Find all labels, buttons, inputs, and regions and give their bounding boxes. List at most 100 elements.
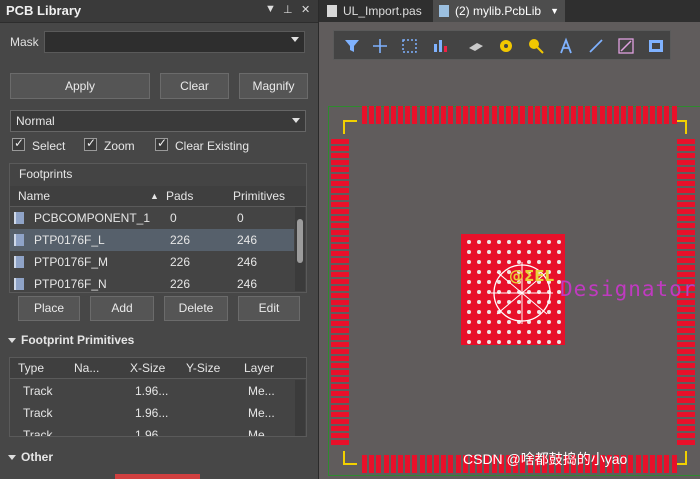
col-pname[interactable]: Na...: [74, 361, 99, 375]
pad[interactable]: [441, 455, 447, 473]
chevron-down-icon[interactable]: ▼: [550, 0, 559, 22]
pad[interactable]: [390, 106, 396, 124]
pad[interactable]: [677, 139, 695, 144]
region-icon[interactable]: [646, 36, 666, 56]
align-icon[interactable]: [430, 36, 450, 56]
pad[interactable]: [592, 106, 598, 124]
pad[interactable]: [677, 258, 695, 263]
pad[interactable]: [677, 335, 695, 340]
pad[interactable]: [331, 363, 349, 368]
pad[interactable]: [405, 106, 411, 124]
pad[interactable]: [677, 328, 695, 333]
checkbox-box[interactable]: ✓: [155, 136, 168, 151]
pad[interactable]: [390, 455, 396, 473]
pad[interactable]: [448, 106, 454, 124]
pad[interactable]: [677, 398, 695, 403]
add-button[interactable]: Add: [90, 296, 154, 321]
select-rect-icon[interactable]: [400, 36, 420, 56]
pad[interactable]: [635, 106, 641, 124]
pad[interactable]: [331, 314, 349, 319]
pad[interactable]: [677, 244, 695, 249]
pad[interactable]: [398, 106, 403, 124]
pad[interactable]: [677, 363, 695, 368]
col-xsize[interactable]: X-Size: [130, 361, 165, 375]
pad[interactable]: [331, 370, 349, 375]
pad[interactable]: [657, 455, 663, 473]
pad[interactable]: [570, 106, 576, 124]
pad[interactable]: [331, 328, 349, 333]
pad[interactable]: [426, 455, 432, 473]
pad[interactable]: [671, 106, 677, 124]
pad[interactable]: [419, 106, 425, 124]
table-row[interactable]: Track 1.96... Me...: [10, 380, 294, 402]
pad[interactable]: [470, 106, 475, 124]
pad[interactable]: [369, 455, 375, 473]
collapse-icon[interactable]: [8, 338, 16, 344]
dropdown-icon[interactable]: ▼: [265, 3, 276, 15]
chevron-down-icon[interactable]: [292, 118, 300, 123]
tab-mylib-pcblib[interactable]: (2) mylib.PcbLib ▼: [433, 0, 565, 22]
pad[interactable]: [331, 293, 349, 298]
pad[interactable]: [677, 230, 695, 235]
pad[interactable]: [635, 455, 641, 473]
table-row[interactable]: PCBCOMPONENT_1 0 0: [10, 207, 294, 229]
pad[interactable]: [398, 455, 403, 473]
pad[interactable]: [331, 272, 349, 277]
pad[interactable]: [331, 139, 349, 144]
mask-input[interactable]: [44, 31, 305, 53]
clear-button[interactable]: Clear: [160, 73, 229, 99]
pad[interactable]: [491, 106, 497, 124]
pad[interactable]: [677, 223, 695, 228]
pad[interactable]: [331, 384, 349, 389]
pad[interactable]: [677, 405, 695, 410]
pad[interactable]: [513, 106, 519, 124]
pad[interactable]: [331, 209, 349, 214]
line-icon[interactable]: [586, 36, 606, 56]
pad[interactable]: [677, 384, 695, 389]
other-section[interactable]: Other: [8, 450, 53, 464]
checkbox-box[interactable]: ✓: [12, 136, 25, 151]
pad[interactable]: [331, 174, 349, 179]
component-icon[interactable]: [466, 36, 486, 56]
pad[interactable]: [677, 412, 695, 417]
pad[interactable]: [376, 106, 382, 124]
pad[interactable]: [362, 106, 367, 124]
pad[interactable]: [556, 106, 562, 124]
pad[interactable]: [331, 321, 349, 326]
pad[interactable]: [331, 223, 349, 228]
pad[interactable]: [331, 188, 349, 193]
pad[interactable]: [331, 398, 349, 403]
pad[interactable]: [520, 106, 526, 124]
pad[interactable]: [677, 174, 695, 179]
crosshair-icon[interactable]: [370, 36, 390, 56]
pad[interactable]: [664, 455, 670, 473]
pad[interactable]: [677, 349, 695, 354]
pad[interactable]: [671, 455, 677, 473]
place-button[interactable]: Place: [18, 296, 80, 321]
collapse-icon[interactable]: [8, 455, 16, 461]
scroll-thumb[interactable]: [297, 219, 303, 263]
pad[interactable]: [383, 106, 389, 124]
col-pads[interactable]: Pads: [166, 189, 193, 203]
close-icon[interactable]: ✕: [301, 3, 310, 16]
pad[interactable]: [331, 307, 349, 312]
pad[interactable]: [677, 321, 695, 326]
pad[interactable]: [677, 307, 695, 312]
pad[interactable]: [331, 237, 349, 242]
pad[interactable]: [412, 106, 418, 124]
pad[interactable]: [677, 356, 695, 361]
pad[interactable]: [677, 426, 695, 431]
col-type[interactable]: Type: [18, 361, 44, 375]
pad[interactable]: [369, 106, 375, 124]
footprint-primitives-section[interactable]: Footprint Primitives: [8, 333, 134, 347]
pad[interactable]: [455, 106, 461, 124]
text-icon[interactable]: [556, 36, 576, 56]
pad[interactable]: [677, 216, 695, 221]
pad[interactable]: [677, 342, 695, 347]
primitives-scrollbar[interactable]: [295, 380, 305, 436]
pad[interactable]: [650, 455, 655, 473]
pad[interactable]: [484, 106, 490, 124]
pad[interactable]: [331, 146, 349, 151]
pad[interactable]: [506, 106, 511, 124]
pad[interactable]: [331, 216, 349, 221]
